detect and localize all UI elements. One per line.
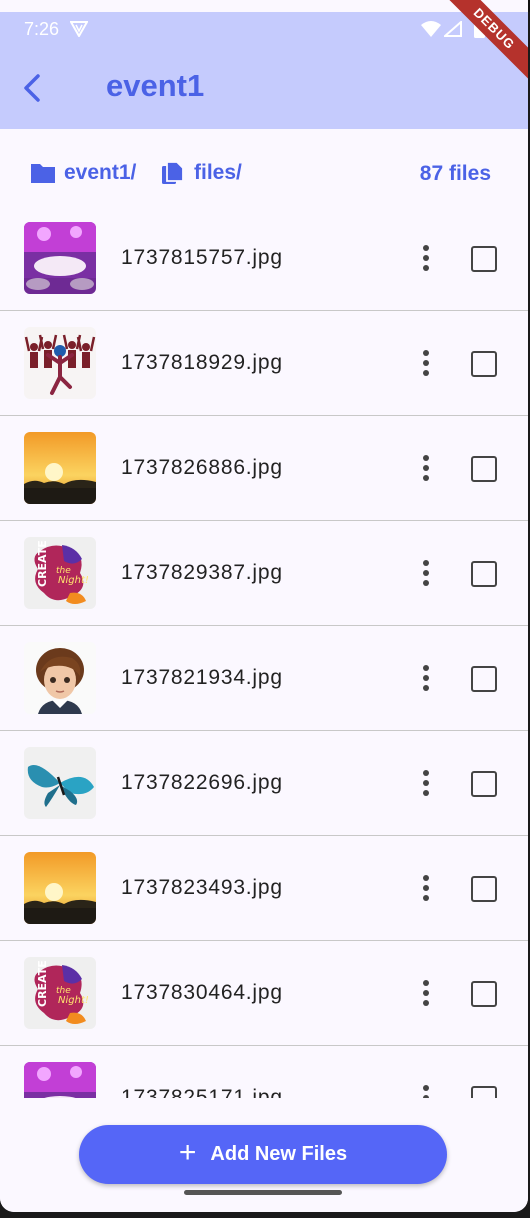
- file-row[interactable]: CREATE the Night! 1737829387.jpg: [0, 521, 528, 626]
- file-thumbnail[interactable]: [24, 432, 96, 504]
- app-screen: 7:26 DEBUG event1 event1/ files/ 87 file…: [0, 0, 528, 1212]
- file-name: 1737825171.jpg: [121, 1086, 283, 1098]
- file-select-checkbox[interactable]: [471, 771, 497, 797]
- back-arrow-icon[interactable]: [20, 72, 44, 104]
- status-time: 7:26: [24, 19, 60, 39]
- vpn-icon: [70, 21, 88, 37]
- more-vert-icon[interactable]: [418, 244, 434, 272]
- breadcrumb: event1/ files/ 87 files: [0, 150, 528, 200]
- page-title: event1: [106, 68, 205, 103]
- file-count: 87 files: [419, 162, 491, 185]
- plus-icon: +: [178, 1136, 197, 1169]
- file-select-checkbox[interactable]: [471, 876, 497, 902]
- file-name: 1737822696.jpg: [121, 771, 283, 794]
- file-select-checkbox[interactable]: [471, 1086, 497, 1098]
- files-icon: [162, 161, 184, 184]
- svg-text:CREATE: CREATE: [36, 540, 49, 587]
- signal-icon: [444, 21, 462, 37]
- folder-icon: [31, 164, 55, 183]
- file-thumbnail[interactable]: [24, 852, 96, 924]
- more-vert-icon[interactable]: [418, 559, 434, 587]
- file-thumbnail[interactable]: [24, 222, 96, 294]
- wifi-icon: [421, 21, 441, 37]
- more-vert-icon[interactable]: [418, 1084, 434, 1098]
- file-row[interactable]: 1737823493.jpg: [0, 836, 528, 941]
- file-row[interactable]: CREATE the Night! 1737830464.jpg: [0, 941, 528, 1046]
- file-row[interactable]: 1737825171.jpg: [0, 1046, 528, 1098]
- file-select-checkbox[interactable]: [471, 351, 497, 377]
- add-new-files-button[interactable]: + Add New Files: [79, 1125, 447, 1184]
- file-row[interactable]: 1737826886.jpg: [0, 416, 528, 521]
- file-row[interactable]: 1737818929.jpg: [0, 311, 528, 416]
- file-name: 1737829387.jpg: [121, 561, 283, 584]
- file-thumbnail[interactable]: CREATE the Night!: [24, 537, 96, 609]
- file-name: 1737818929.jpg: [121, 351, 283, 374]
- breadcrumb-folder-label: event1/: [64, 161, 137, 184]
- add-new-files-label: Add New Files: [210, 1143, 348, 1165]
- more-vert-icon[interactable]: [418, 769, 434, 797]
- bottom-bar: + Add New Files: [0, 1098, 528, 1212]
- file-list: 1737815757.jpg 1737818929.jpg 1737826886.j…: [0, 206, 528, 1098]
- file-select-checkbox[interactable]: [471, 246, 497, 272]
- file-row[interactable]: 1737821934.jpg: [0, 626, 528, 731]
- file-name: 1737823493.jpg: [121, 876, 283, 899]
- more-vert-icon[interactable]: [418, 874, 434, 902]
- file-name: 1737826886.jpg: [121, 456, 283, 479]
- file-select-checkbox[interactable]: [471, 456, 497, 482]
- svg-text:Night!: Night!: [58, 995, 89, 1006]
- more-vert-icon[interactable]: [418, 349, 434, 377]
- file-row[interactable]: 1737815757.jpg: [0, 206, 528, 311]
- debug-banner: DEBUG: [436, 0, 528, 87]
- file-name: 1737815757.jpg: [121, 246, 283, 269]
- file-thumbnail[interactable]: CREATE the Night!: [24, 957, 96, 1029]
- more-vert-icon[interactable]: [418, 454, 434, 482]
- more-vert-icon[interactable]: [418, 979, 434, 1007]
- svg-text:Night!: Night!: [58, 575, 89, 586]
- app-bar: 7:26 DEBUG event1: [0, 0, 528, 129]
- file-select-checkbox[interactable]: [471, 666, 497, 692]
- file-thumbnail[interactable]: [24, 642, 96, 714]
- svg-text:CREATE: CREATE: [36, 960, 49, 1007]
- file-thumbnail[interactable]: [24, 327, 96, 399]
- file-select-checkbox[interactable]: [471, 561, 497, 587]
- file-thumbnail[interactable]: [24, 747, 96, 819]
- file-name: 1737821934.jpg: [121, 666, 283, 689]
- file-name: 1737830464.jpg: [121, 981, 283, 1004]
- file-row[interactable]: 1737822696.jpg: [0, 731, 528, 836]
- status-bar: 7:26 DEBUG: [0, 0, 528, 87]
- home-indicator: [184, 1190, 342, 1195]
- file-thumbnail[interactable]: [24, 1062, 96, 1098]
- more-vert-icon[interactable]: [418, 664, 434, 692]
- breadcrumb-folder[interactable]: event1/: [30, 160, 136, 186]
- file-select-checkbox[interactable]: [471, 981, 497, 1007]
- breadcrumb-files[interactable]: files/: [160, 160, 242, 186]
- breadcrumb-files-label: files/: [194, 161, 242, 184]
